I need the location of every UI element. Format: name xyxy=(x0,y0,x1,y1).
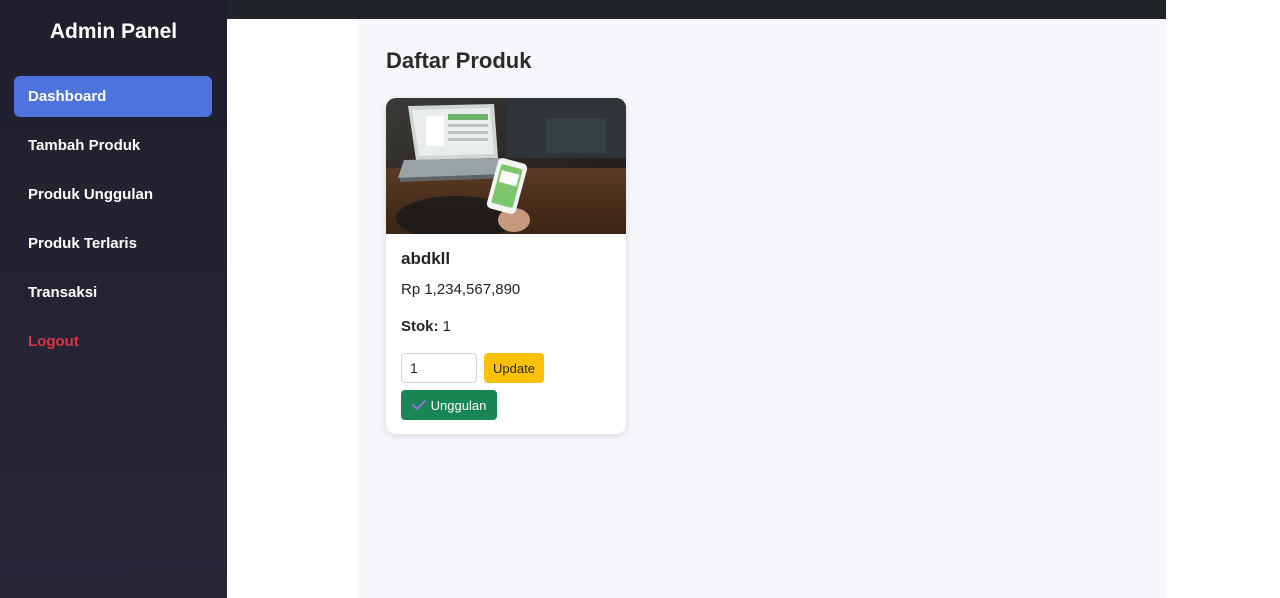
sidebar-item-tambah-produk[interactable]: Tambah Produk xyxy=(14,125,212,166)
stock-info: Stok: 1 xyxy=(401,318,451,335)
product-image xyxy=(386,98,626,234)
sidebar-item-dashboard[interactable]: Dashboard xyxy=(14,76,212,117)
stock-value: 1 xyxy=(442,318,452,335)
sidebar-item-produk-unggulan[interactable]: Produk Unggulan xyxy=(14,174,212,215)
page-title: Daftar Produk xyxy=(386,48,532,73)
sidebar: Admin Panel Dashboard Tambah Produk Prod… xyxy=(0,0,227,598)
sidebar-item-produk-terlaris[interactable]: Produk Terlaris xyxy=(14,223,212,264)
featured-button[interactable]: Unggulan xyxy=(401,390,497,420)
product-price: Rp 1,234,567,890 xyxy=(401,281,521,298)
check-icon xyxy=(411,399,426,411)
sidebar-title: Admin Panel xyxy=(49,20,178,43)
product-card: abdkll Rp 1,234,567,890 Stok: 1 Update U… xyxy=(386,98,626,434)
update-button[interactable]: Update xyxy=(484,353,544,383)
sidebar-item-transaksi[interactable]: Transaksi xyxy=(14,272,212,313)
sidebar-item-logout[interactable]: Logout xyxy=(14,321,212,362)
featured-label: Unggulan xyxy=(430,397,487,413)
stock-input[interactable] xyxy=(401,353,477,383)
stock-label: Stok: xyxy=(401,318,439,335)
product-name: abdkll xyxy=(401,249,451,268)
top-bar xyxy=(227,0,1166,19)
